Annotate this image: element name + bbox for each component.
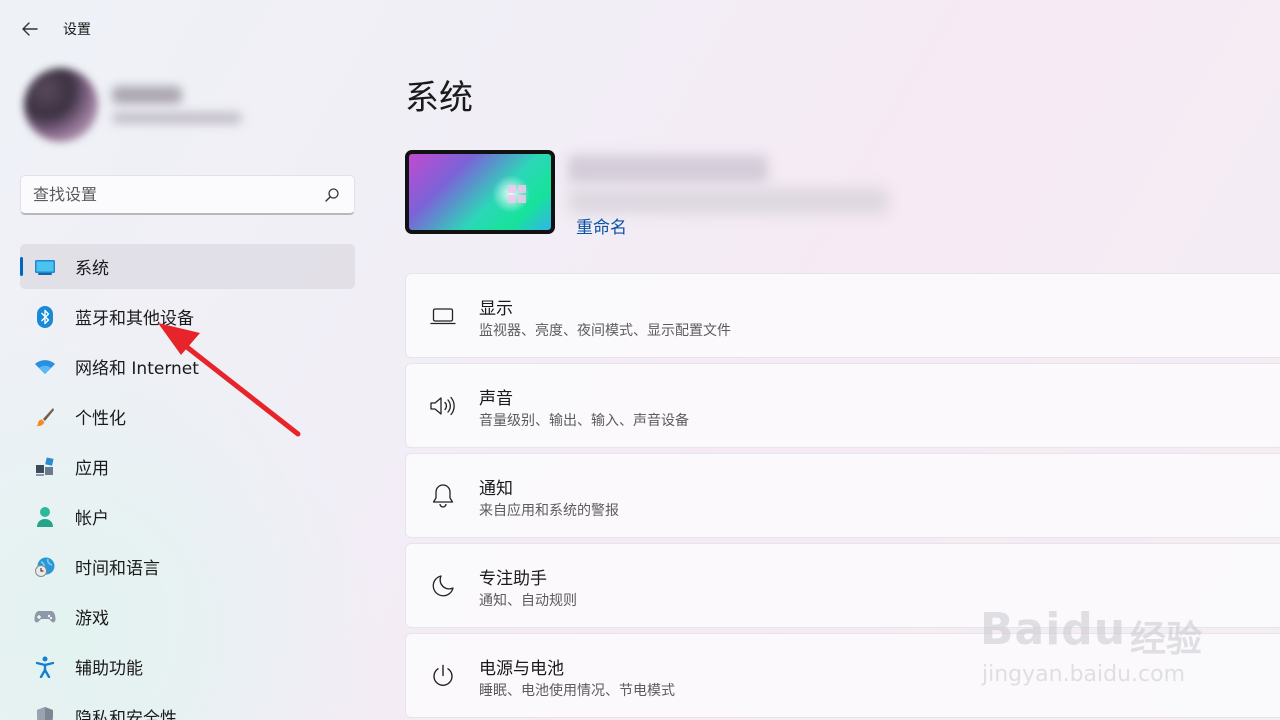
device-thumbnail (405, 150, 555, 234)
sidebar-item-label: 游戏 (75, 609, 109, 629)
speaker-icon (428, 391, 458, 421)
card-title: 电源与电池 (479, 659, 564, 679)
sidebar-item-personalization[interactable]: 个性化 (20, 394, 355, 439)
card-power-battery[interactable]: 电源与电池 睡眠、电池使用情况、节电模式 (405, 633, 1280, 718)
card-title: 显示 (479, 299, 513, 319)
bell-icon (428, 481, 458, 511)
bluetooth-icon (34, 305, 56, 328)
sidebar-item-label: 辅助功能 (75, 659, 143, 679)
card-display[interactable]: 显示 监视器、亮度、夜间模式、显示配置文件 (405, 273, 1280, 358)
card-subtitle: 音量级别、输出、输入、声音设备 (479, 413, 689, 429)
user-profile[interactable] (22, 66, 262, 146)
card-subtitle: 睡眠、电池使用情况、节电模式 (479, 683, 675, 699)
device-model-blurred (568, 188, 888, 214)
sidebar-item-accessibility[interactable]: 辅助功能 (20, 644, 355, 689)
search-box[interactable] (20, 175, 355, 215)
search-icon[interactable] (322, 185, 342, 205)
card-sound[interactable]: 声音 音量级别、输出、输入、声音设备 (405, 363, 1280, 448)
shield-icon (34, 706, 56, 720)
person-icon (34, 506, 56, 528)
card-subtitle: 来自应用和系统的警报 (479, 503, 619, 519)
sidebar-item-system[interactable]: 系统 (20, 244, 355, 289)
globe-clock-icon (34, 556, 56, 578)
card-title: 专注助手 (479, 569, 547, 589)
sidebar-nav: 系统 蓝牙和其他设备 网络和 Internet 个性化 应用 帐户 时间和语言 … (20, 244, 355, 720)
accessibility-icon (34, 656, 56, 678)
windows-logo-icon (508, 185, 526, 203)
profile-email-blurred (112, 112, 242, 124)
sidebar-item-label: 蓝牙和其他设备 (75, 309, 194, 329)
card-focus-assist[interactable]: 专注助手 通知、自动规则 (405, 543, 1280, 628)
sidebar-item-label: 系统 (75, 259, 109, 279)
device-name-blurred (568, 155, 768, 183)
sidebar-item-label: 应用 (75, 459, 109, 479)
sidebar-item-gaming[interactable]: 游戏 (20, 594, 355, 639)
card-title: 通知 (479, 479, 513, 499)
card-subtitle: 通知、自动规则 (479, 593, 577, 609)
gamepad-icon (34, 606, 56, 628)
title-bar: 设置 (0, 0, 1280, 58)
back-arrow-icon (22, 22, 38, 36)
profile-name-blurred (112, 86, 182, 104)
card-title: 声音 (479, 389, 513, 409)
sidebar-item-label: 个性化 (75, 409, 126, 429)
avatar (24, 68, 98, 142)
apps-icon (34, 456, 56, 478)
rename-link[interactable]: 重命名 (576, 213, 627, 238)
sidebar-item-label: 时间和语言 (75, 559, 160, 579)
power-icon (428, 661, 458, 691)
sidebar-item-time-language[interactable]: 时间和语言 (20, 544, 355, 589)
sidebar-item-apps[interactable]: 应用 (20, 444, 355, 489)
sidebar-item-privacy[interactable]: 隐私和安全性 (20, 694, 355, 720)
card-notifications[interactable]: 通知 来自应用和系统的警报 (405, 453, 1280, 538)
back-button[interactable] (14, 14, 46, 44)
moon-icon (428, 571, 458, 601)
sidebar-item-accounts[interactable]: 帐户 (20, 494, 355, 539)
search-input[interactable] (33, 185, 322, 204)
sidebar-item-label: 隐私和安全性 (75, 709, 177, 720)
sidebar-item-bluetooth[interactable]: 蓝牙和其他设备 (20, 294, 355, 339)
laptop-icon (428, 301, 458, 331)
monitor-icon (34, 256, 56, 278)
sidebar-item-network[interactable]: 网络和 Internet (20, 344, 355, 389)
settings-cards: 显示 监视器、亮度、夜间模式、显示配置文件 声音 音量级别、输出、输入、声音设备… (405, 273, 1280, 720)
card-subtitle: 监视器、亮度、夜间模式、显示配置文件 (479, 323, 731, 339)
sidebar-item-label: 帐户 (75, 509, 109, 529)
page-title: 系统 (405, 78, 473, 118)
brush-icon (34, 406, 56, 428)
app-title: 设置 (63, 22, 91, 38)
wifi-icon (34, 356, 56, 378)
sidebar-item-label: 网络和 Internet (75, 359, 199, 379)
